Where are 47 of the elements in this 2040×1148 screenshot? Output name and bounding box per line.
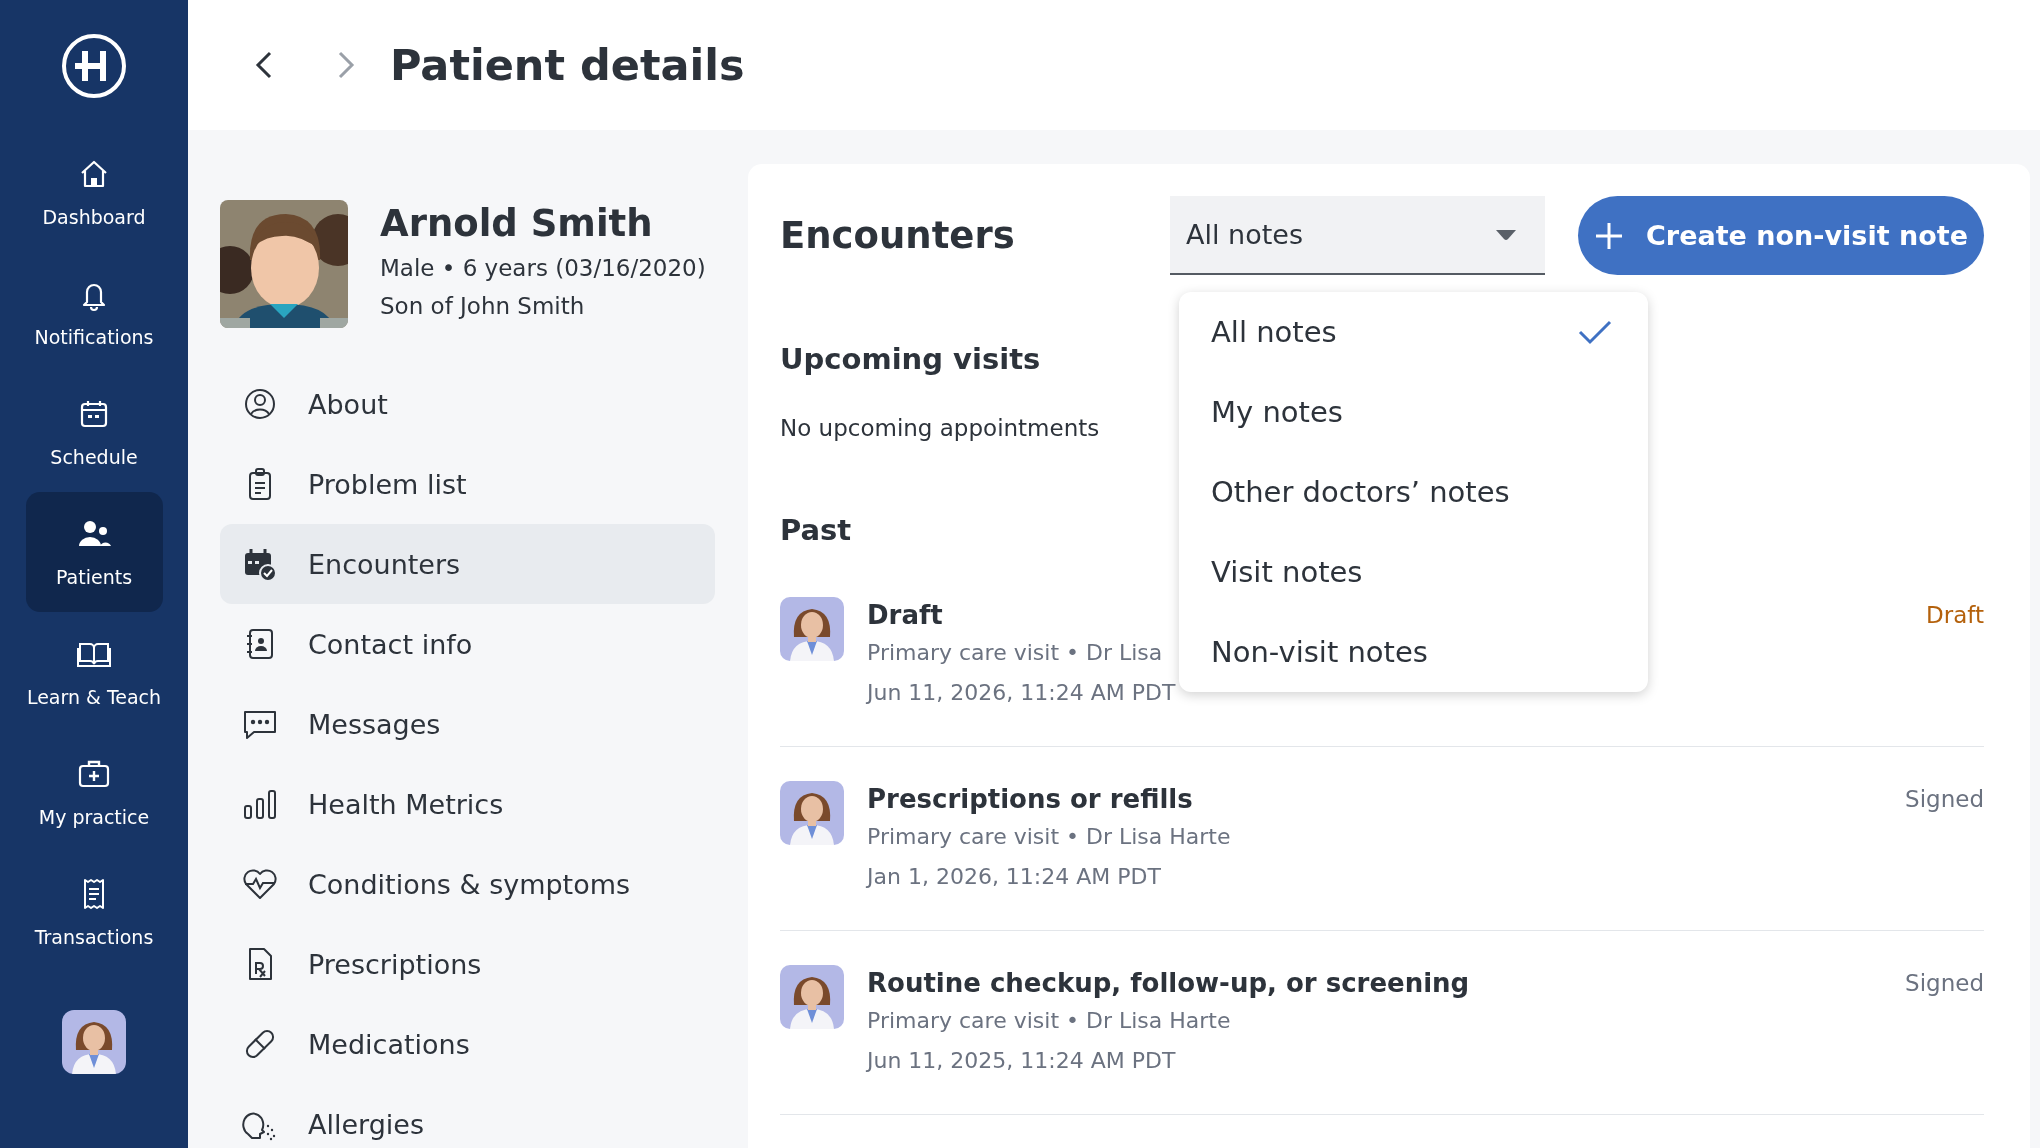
- plus-icon: [1594, 220, 1624, 251]
- nav-item[interactable]: Learn & Teach: [25, 612, 163, 732]
- page-title: Patient details: [390, 40, 745, 90]
- menu-item[interactable]: Allergies: [220, 1084, 715, 1148]
- section-title: Encounters: [780, 214, 1016, 257]
- encounter-date: Jun 11, 2025, 11:24 AM PDT: [867, 1047, 1176, 1075]
- menu-item[interactable]: Messages: [220, 684, 715, 764]
- encounter-date: Jan 1, 2026, 11:24 AM PDT: [867, 863, 1161, 891]
- menu-item[interactable]: Conditions & symptoms: [220, 844, 715, 924]
- status-label: Signed: [1905, 969, 1984, 998]
- heart-pulse-icon: [242, 866, 278, 902]
- menu-item[interactable]: Problem list: [220, 444, 715, 524]
- nav-item[interactable]: Transactions: [25, 852, 163, 972]
- patient-name: Arnold Smith: [380, 202, 654, 245]
- menu-item[interactable]: Contact info: [220, 604, 715, 684]
- patient-details: Male • 6 years (03/16/2020): [380, 255, 706, 281]
- logo-icon: [61, 33, 127, 99]
- nav-item[interactable]: My practice: [25, 732, 163, 852]
- menu-item[interactable]: Encounters: [220, 524, 715, 604]
- nav-item[interactable]: Dashboard: [25, 132, 163, 252]
- dropdown-option[interactable]: Other doctors’ notes: [1179, 452, 1648, 532]
- encounter-title[interactable]: Routine checkup, follow-up, or screening: [867, 965, 1906, 1001]
- subsection-title: Past: [780, 512, 853, 549]
- encounter-meta: Primary care visit • Dr Lisa Harte: [867, 1007, 1231, 1035]
- nav-item[interactable]: Schedule: [25, 372, 163, 492]
- nav-item[interactable]: Patients: [25, 492, 163, 612]
- empty-message: No upcoming appointments: [780, 414, 1100, 443]
- subsection-title: Upcoming visits: [780, 341, 1042, 378]
- menu-item[interactable]: Health Metrics: [220, 764, 715, 844]
- encounter-date: Jun 11, 2026, 11:24 AM PDT: [867, 679, 1176, 707]
- menu-item[interactable]: Medications: [220, 1004, 715, 1084]
- dropdown-option[interactable]: All notes: [1179, 292, 1648, 372]
- create-note-button[interactable]: Create non-visit note: [1578, 196, 1984, 275]
- caret-icon: [1495, 228, 1517, 241]
- dropdown-option[interactable]: My notes: [1179, 372, 1648, 452]
- filter-dropdown[interactable]: All notes: [1170, 196, 1545, 275]
- status-label: Signed: [1905, 785, 1984, 814]
- nav-item[interactable]: Notifications: [25, 252, 163, 372]
- menu-item[interactable]: About: [220, 364, 715, 444]
- patient-relation: Son of John Smith: [380, 293, 586, 319]
- person-icon: [242, 386, 278, 422]
- encounter-title[interactable]: Prescriptions or refills: [867, 781, 1906, 817]
- menu-item[interactable]: Prescriptions: [220, 924, 715, 1004]
- status-label: Draft: [1926, 601, 1984, 630]
- calendar-check-icon: [242, 546, 278, 582]
- encounter-meta: Primary care visit • Dr Lisa Harte: [867, 823, 1231, 851]
- encounter-meta: Primary care visit • Dr Lisa: [867, 639, 1163, 667]
